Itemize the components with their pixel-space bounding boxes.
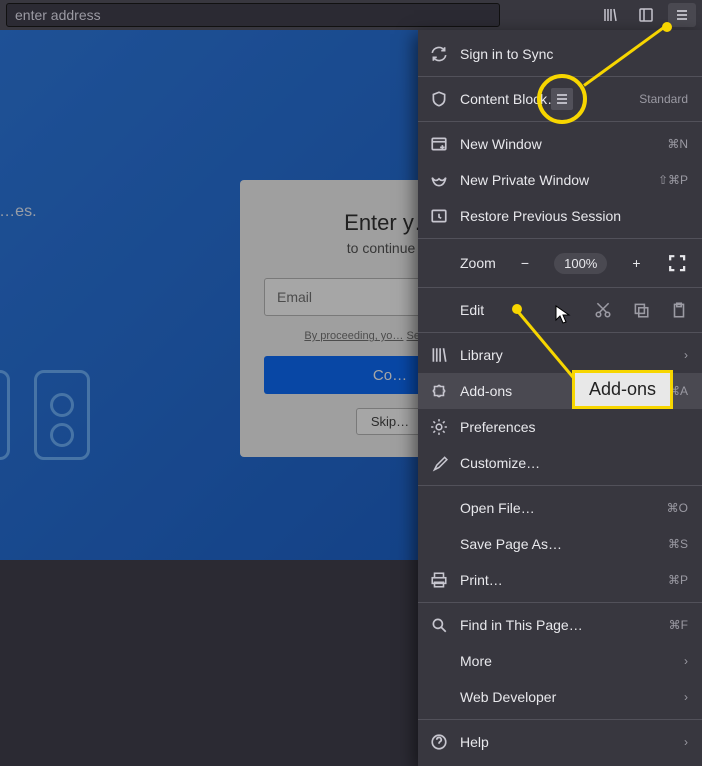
chevron-right-icon: › bbox=[684, 735, 688, 749]
url-bar[interactable]: enter address bbox=[6, 3, 500, 27]
menu-web-developer[interactable]: Web Developer › bbox=[418, 679, 702, 715]
hamburger-menu-icon[interactable] bbox=[668, 3, 696, 27]
menu-label: Find in This Page… bbox=[460, 617, 657, 633]
url-placeholder: enter address bbox=[15, 7, 101, 23]
menu-accel: ⇧⌘A bbox=[658, 384, 688, 398]
menu-label: Library bbox=[460, 347, 672, 363]
edit-label: Edit bbox=[460, 302, 574, 318]
hamburger-menu: Sign in to Sync Content Block… Standard … bbox=[418, 30, 702, 766]
menu-more[interactable]: More › bbox=[418, 643, 702, 679]
menu-label: New Window bbox=[460, 136, 655, 152]
menu-label: Open File… bbox=[460, 500, 655, 516]
gear-icon bbox=[430, 418, 448, 436]
menu-accel: ⌘O bbox=[667, 501, 688, 515]
menu-new-window[interactable]: New Window ⌘N bbox=[418, 126, 702, 162]
menu-open-file[interactable]: Open File… ⌘O bbox=[418, 490, 702, 526]
menu-label: Add-ons bbox=[460, 383, 646, 399]
menu-label: Web Developer bbox=[460, 689, 672, 705]
mask-icon bbox=[430, 171, 448, 189]
menu-label: More bbox=[460, 653, 672, 669]
menu-label: Help bbox=[460, 734, 672, 750]
zoom-in-button[interactable]: + bbox=[625, 251, 647, 275]
menu-find[interactable]: Find in This Page… ⌘F bbox=[418, 607, 702, 643]
menu-accel: ⌘F bbox=[669, 618, 688, 632]
decorative-illustration bbox=[0, 370, 90, 460]
toolbar: enter address bbox=[0, 0, 702, 30]
printer-icon bbox=[430, 571, 448, 589]
menu-library[interactable]: Library › bbox=[418, 337, 702, 373]
menu-accel: ⌘P bbox=[668, 573, 688, 587]
menu-accel: ⌘S bbox=[668, 537, 688, 551]
chevron-right-icon: › bbox=[684, 654, 688, 668]
library-icon[interactable] bbox=[596, 3, 624, 27]
menu-print[interactable]: Print… ⌘P bbox=[418, 562, 702, 598]
menu-private-window[interactable]: New Private Window ⇧⌘P bbox=[418, 162, 702, 198]
zoom-out-button[interactable]: − bbox=[514, 251, 536, 275]
menu-label: New Private Window bbox=[460, 172, 646, 188]
chevron-right-icon: › bbox=[684, 348, 688, 362]
sidebar-icon[interactable] bbox=[632, 3, 660, 27]
menu-label: Customize… bbox=[460, 455, 688, 471]
menu-restore-session[interactable]: Restore Previous Session bbox=[418, 198, 702, 234]
menu-addons[interactable]: Add-ons ⇧⌘A bbox=[418, 373, 702, 409]
menu-label: Restore Previous Session bbox=[460, 208, 688, 224]
menu-label: Preferences bbox=[460, 419, 688, 435]
menu-save-page[interactable]: Save Page As… ⌘S bbox=[418, 526, 702, 562]
menu-zoom-row: Zoom − 100% + bbox=[418, 243, 702, 283]
menu-label: Print… bbox=[460, 572, 656, 588]
menu-accel: ⇧⌘P bbox=[658, 173, 688, 187]
menu-label: Save Page As… bbox=[460, 536, 656, 552]
menu-customize[interactable]: Customize… bbox=[418, 445, 702, 481]
search-icon bbox=[430, 616, 448, 634]
menu-accel: ⌘N bbox=[667, 137, 688, 151]
help-icon bbox=[430, 733, 448, 751]
page-heading: … You bbox=[0, 150, 180, 189]
puzzle-icon bbox=[430, 382, 448, 400]
menu-preferences[interactable]: Preferences bbox=[418, 409, 702, 445]
menu-help[interactable]: Help › bbox=[418, 724, 702, 760]
skip-button[interactable]: Skip… bbox=[356, 408, 424, 435]
window-icon bbox=[430, 135, 448, 153]
menu-edit-row: Edit bbox=[418, 292, 702, 328]
page-hero: … You …asswords and …es. bbox=[0, 150, 180, 223]
zoom-value[interactable]: 100% bbox=[554, 253, 607, 274]
shield-icon bbox=[430, 90, 448, 108]
page-blurb: …asswords and …es. bbox=[0, 201, 180, 223]
annotation-hamburger-icon bbox=[551, 88, 573, 110]
menu-label: Content Block… bbox=[460, 91, 627, 107]
restore-icon bbox=[430, 207, 448, 225]
library-icon bbox=[430, 346, 448, 364]
paste-icon[interactable] bbox=[670, 301, 688, 319]
content-blocking-state: Standard bbox=[639, 92, 688, 106]
menu-label: Sign in to Sync bbox=[460, 46, 688, 62]
paintbrush-icon bbox=[430, 454, 448, 472]
sync-icon bbox=[430, 45, 448, 63]
copy-icon[interactable] bbox=[632, 301, 650, 319]
menu-sign-in[interactable]: Sign in to Sync bbox=[418, 36, 702, 72]
zoom-label: Zoom bbox=[460, 255, 496, 271]
cut-icon[interactable] bbox=[594, 301, 612, 319]
chevron-right-icon: › bbox=[684, 690, 688, 704]
fullscreen-icon[interactable] bbox=[666, 251, 688, 275]
